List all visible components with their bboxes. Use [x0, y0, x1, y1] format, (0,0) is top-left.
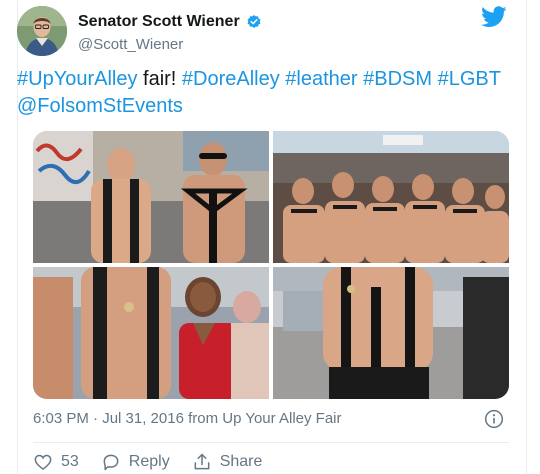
- reply-button[interactable]: Reply: [101, 452, 170, 472]
- twitter-bird-icon[interactable]: [481, 6, 507, 28]
- action-bar: 53 Reply Share: [33, 452, 284, 472]
- tweet-header: Senator Scott Wiener @Scott_Wiener: [17, 6, 507, 58]
- hashtag-link[interactable]: #leather: [285, 68, 357, 90]
- name-row: Senator Scott Wiener: [78, 13, 262, 31]
- share-label: Share: [219, 453, 263, 470]
- avatar[interactable]: [17, 6, 67, 56]
- media-grid: [33, 131, 509, 399]
- heart-icon: [34, 454, 52, 471]
- reply-label: Reply: [128, 453, 170, 470]
- hashtag-link[interactable]: #LGBT: [438, 68, 501, 90]
- hashtag-link[interactable]: #DoreAlley: [182, 68, 280, 90]
- photo-2[interactable]: [273, 131, 509, 263]
- like-button[interactable]: 53: [33, 452, 79, 472]
- display-name[interactable]: Senator Scott Wiener: [78, 13, 240, 31]
- divider: [33, 442, 509, 443]
- photo-1[interactable]: [33, 131, 269, 263]
- text-segment: fair!: [137, 68, 182, 90]
- like-count: 53: [61, 453, 79, 470]
- info-icon[interactable]: [484, 409, 504, 429]
- photo-3[interactable]: [33, 267, 269, 399]
- hashtag-link[interactable]: #BDSM: [363, 68, 432, 90]
- reply-icon: [103, 454, 119, 471]
- verified-badge-icon: [247, 15, 261, 28]
- hashtag-link[interactable]: #UpYourAlley: [17, 68, 137, 90]
- mention-link[interactable]: @FolsomStEvents: [17, 95, 183, 117]
- tweet-text: #UpYourAlley fair! #DoreAlley #leather #…: [17, 66, 507, 120]
- share-button[interactable]: Share: [192, 452, 263, 472]
- handle[interactable]: @Scott_Wiener: [78, 36, 183, 53]
- photo-4[interactable]: [273, 267, 509, 399]
- timestamp-line[interactable]: 6:03 PM · Jul 31, 2016 from Up Your Alle…: [33, 410, 342, 427]
- share-icon: [194, 453, 210, 470]
